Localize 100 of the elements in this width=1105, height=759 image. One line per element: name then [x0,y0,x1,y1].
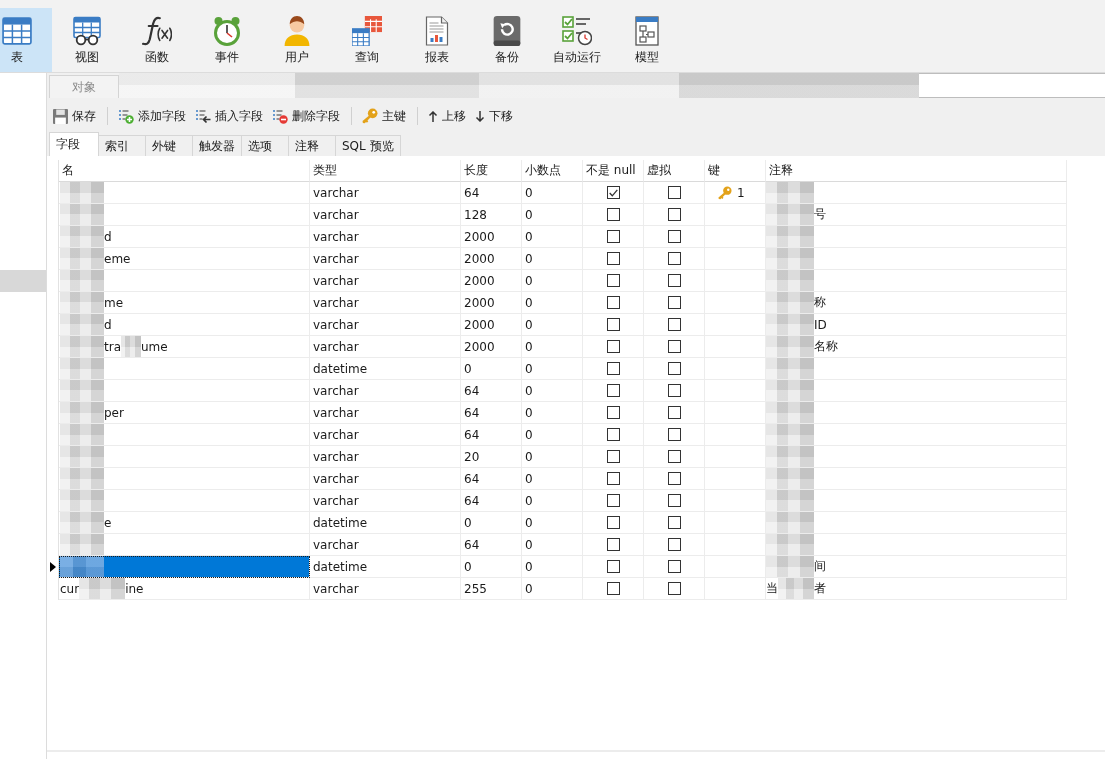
table-cell: 0 [522,314,583,336]
column-header[interactable]: 不是 null [583,160,644,182]
cell-text: 称 [814,294,826,311]
ribbon-button[interactable]: 报表 [402,8,472,72]
checkbox[interactable] [667,516,681,529]
checkbox[interactable] [667,318,681,331]
table-cell: 2000 [461,336,522,358]
checkbox[interactable] [606,406,620,419]
ribbon-button[interactable]: 查询 [332,8,402,72]
tab[interactable]: 选项 [242,135,289,156]
toolbar-button[interactable]: 下移 [473,104,515,128]
checkbox[interactable] [667,560,681,573]
toolbar-button[interactable]: 保存 [51,104,98,128]
cell-text: 号 [814,206,826,223]
cell-text: tra [104,339,121,354]
ribbon-button[interactable]: 自动运行 [542,8,612,72]
checkbox[interactable] [606,252,620,265]
checkbox[interactable] [667,186,681,199]
checkbox[interactable] [606,340,620,353]
table-cell: 64 [461,490,522,512]
table-cell: varchar [310,248,461,270]
table-cell: 2000 [461,270,522,292]
checkbox[interactable] [667,450,681,463]
ribbon-button[interactable]: 备份 [472,8,542,72]
checkbox[interactable] [667,384,681,397]
checkbox[interactable] [606,516,620,529]
table-cell: 0 [522,512,583,534]
table-cell: 0 [522,424,583,446]
checkbox[interactable] [667,494,681,507]
table-cell: 0 [522,556,583,578]
checkbox[interactable] [667,274,681,287]
checkbox[interactable] [606,472,620,485]
table-cell: 64 [461,424,522,446]
checkbox[interactable] [606,362,620,375]
checkbox[interactable] [667,296,681,309]
checkbox[interactable] [606,186,620,199]
checkbox[interactable] [667,428,681,441]
table-cell: varchar [310,226,461,248]
column-header[interactable]: 键 [705,160,766,182]
ribbon-button[interactable]: 模型 [612,8,682,72]
table-cell: varchar [310,446,461,468]
checkbox[interactable] [667,208,681,221]
table-cell: 0 [461,358,522,380]
table-cell: varchar [310,468,461,490]
tables-icon [352,16,382,46]
checkbox[interactable] [667,472,681,485]
checkbox[interactable] [606,384,620,397]
table-cell: 0 [522,468,583,490]
column-header[interactable]: 长度 [461,160,522,182]
tab[interactable]: 触发器 [193,135,242,156]
column-header[interactable]: 类型 [310,160,461,182]
toolbar-button[interactable]: 添加字段 [116,104,188,128]
checkbox[interactable] [606,428,620,441]
checkbox[interactable] [606,318,620,331]
table-cell: 2000 [461,226,522,248]
cell-text: eme [104,251,131,266]
checkbox[interactable] [667,362,681,375]
checkbox[interactable] [606,230,620,243]
checkbox[interactable] [606,208,620,221]
checkbox[interactable] [606,538,620,551]
toolbar-button[interactable]: 插入字段 [193,104,265,128]
checkmark-icon [608,188,618,197]
checkbox[interactable] [667,252,681,265]
column-header[interactable]: 小数点 [522,160,583,182]
checkbox[interactable] [667,230,681,243]
cell-text: cur [60,581,80,596]
checkbox[interactable] [667,582,681,595]
key-icon [362,108,378,124]
toolbar-button[interactable]: 删除字段 [270,104,342,128]
checkbox[interactable] [606,560,620,573]
ribbon-button[interactable]: 事件 [192,8,262,72]
table-cell: 64 [461,534,522,556]
table-cell: 20 [461,446,522,468]
tab[interactable]: SQL 预览 [336,135,401,156]
table-cell: 64 [461,380,522,402]
checkbox[interactable] [606,296,620,309]
user-icon [282,16,312,46]
ribbon-button[interactable]: 视图 [52,8,122,72]
table-cell: varchar [310,314,461,336]
table-cell: 0 [522,226,583,248]
checkbox[interactable] [667,340,681,353]
pixelated-redaction [60,556,104,577]
checkbox[interactable] [667,538,681,551]
toolbar-button[interactable]: 上移 [426,104,468,128]
checkbox[interactable] [606,450,620,463]
ribbon-button[interactable]: 表 [0,8,52,72]
tab[interactable]: 注释 [289,135,336,156]
ribbon-button[interactable]: 函数 [122,8,192,72]
tab[interactable]: 外键 [146,135,193,156]
table-cell: 0 [522,336,583,358]
checkbox[interactable] [606,494,620,507]
checkbox[interactable] [606,274,620,287]
checkbox[interactable] [606,582,620,595]
checkbox[interactable] [667,406,681,419]
table-cell: 0 [522,534,583,556]
ribbon-button[interactable]: 用户 [262,8,332,72]
tab[interactable]: 字段 [49,132,99,156]
tab[interactable]: 索引 [99,135,146,156]
toolbar-button[interactable]: 主键 [360,104,408,128]
column-header[interactable]: 虚拟 [644,160,705,182]
